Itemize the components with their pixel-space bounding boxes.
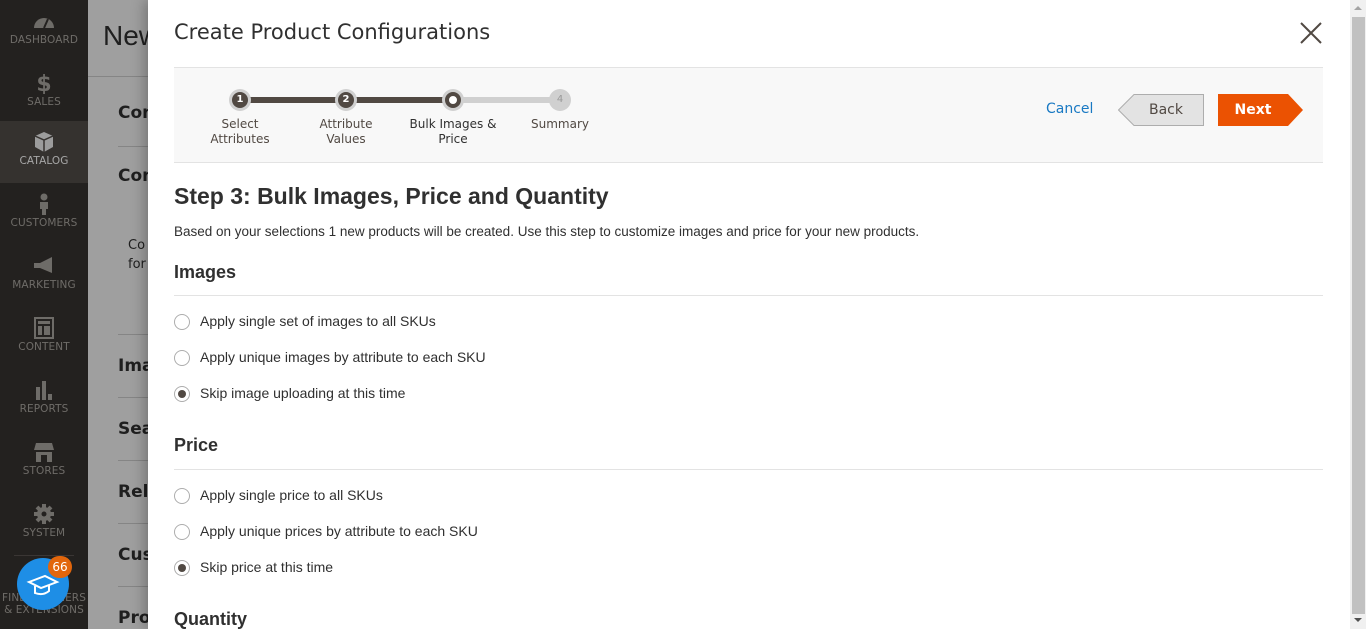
background-section: Con xyxy=(118,166,148,186)
divider xyxy=(118,586,148,587)
sidebar-item-label: Stores xyxy=(22,465,66,477)
person-icon xyxy=(40,193,48,215)
step-2-marker[interactable]: 2 xyxy=(335,89,357,111)
quantity-section-title: Quantity xyxy=(174,609,248,629)
step-4-marker: 4 xyxy=(549,89,571,111)
step-1-label[interactable]: Select Attributes xyxy=(190,117,290,147)
price-section-title: Price xyxy=(174,435,219,455)
dashboard-icon xyxy=(34,18,54,29)
radio-button-checked[interactable] xyxy=(174,386,190,402)
sidebar-item-label: Dashboard xyxy=(9,34,79,46)
divider xyxy=(118,523,148,524)
sidebar-item-label: Customers xyxy=(10,217,78,229)
background-section: Sea xyxy=(118,419,148,439)
radio-button[interactable] xyxy=(174,524,190,540)
background-section: Con xyxy=(118,103,148,123)
radio-button-checked[interactable] xyxy=(174,560,190,576)
divider xyxy=(118,397,148,398)
megaphone-icon xyxy=(34,257,52,273)
background-section: Cus xyxy=(118,545,148,565)
step-1-marker[interactable]: 1 xyxy=(229,89,251,111)
divider xyxy=(174,295,1323,296)
background-text: for xyxy=(128,257,146,272)
notification-badge: 66 xyxy=(48,556,72,578)
wizard-toolbar: 1 2 4 Select Attributes Attribute Values… xyxy=(174,67,1323,163)
divider xyxy=(174,469,1323,470)
admin-sidebar: Dashboard $ Sales Catalog Customers Mark… xyxy=(0,0,88,629)
back-button[interactable]: Back xyxy=(1118,94,1204,126)
box-icon xyxy=(34,132,54,152)
divider xyxy=(118,460,148,461)
sidebar-item-content[interactable]: Content xyxy=(0,307,88,369)
radio-button[interactable] xyxy=(174,314,190,330)
scrollbar-thumb[interactable] xyxy=(1352,17,1365,614)
wizard-steps: 1 2 4 Select Attributes Attribute Values… xyxy=(174,68,614,164)
sidebar-item-label: Marketing xyxy=(12,279,76,291)
step-3-marker[interactable] xyxy=(442,89,464,111)
dollar-icon: $ xyxy=(36,72,51,94)
step-4-label: Summary xyxy=(531,117,589,131)
background-page: New Con Con Co for Ima Sea Rela Cus Pro xyxy=(88,0,148,629)
divider xyxy=(88,76,148,77)
radio-button[interactable] xyxy=(174,488,190,504)
bar-chart-icon xyxy=(36,381,52,400)
vertical-scrollbar[interactable] xyxy=(1350,0,1366,629)
background-text: Co xyxy=(128,238,146,253)
sidebar-item-label: Sales xyxy=(27,96,61,108)
background-section: Ima xyxy=(118,356,148,376)
step-heading: Step 3: Bulk Images, Price and Quantity xyxy=(174,183,609,209)
sidebar-item-dashboard[interactable]: Dashboard xyxy=(0,0,88,62)
gear-icon xyxy=(34,504,54,524)
sidebar-item-reports[interactable]: Reports xyxy=(0,369,88,431)
sidebar-item-label: Catalog xyxy=(19,155,69,167)
scroll-up-arrow-icon[interactable] xyxy=(1354,6,1362,10)
cancel-button[interactable]: Cancel xyxy=(1046,101,1093,117)
divider xyxy=(118,146,148,147)
sidebar-item-stores[interactable]: Stores xyxy=(0,431,88,493)
sidebar-item-label: Content xyxy=(18,341,70,353)
next-button[interactable]: Next xyxy=(1218,94,1304,126)
divider xyxy=(118,334,148,335)
svg-text:$: $ xyxy=(36,72,51,94)
step-description: Based on your selections 1 new products … xyxy=(174,224,920,239)
sidebar-item-system[interactable]: System xyxy=(0,493,88,555)
modal-title: Create Product Configurations xyxy=(174,20,491,44)
storefront-icon xyxy=(34,443,54,462)
sidebar-item-marketing[interactable]: Marketing xyxy=(0,245,88,307)
images-section-title: Images xyxy=(174,262,237,282)
sidebar-item-label: Reports xyxy=(19,403,69,415)
background-section: Rela xyxy=(118,482,148,502)
close-button[interactable] xyxy=(1298,20,1324,46)
sidebar-item-label: System xyxy=(22,527,66,539)
step-3-label: Bulk Images & Price xyxy=(409,117,497,146)
step-2-label[interactable]: Attribute Values xyxy=(296,117,396,147)
background-section: Pro xyxy=(118,608,148,628)
create-configurations-modal: Create Product Configurations 1 2 4 Sele… xyxy=(148,0,1350,629)
layout-icon xyxy=(34,317,54,339)
radio-button[interactable] xyxy=(174,350,190,366)
sidebar-item-sales[interactable]: $ Sales xyxy=(0,62,88,124)
close-icon xyxy=(1300,22,1322,44)
sidebar-item-customers[interactable]: Customers xyxy=(0,183,88,245)
sidebar-item-catalog[interactable]: Catalog xyxy=(0,121,88,183)
background-page-title: New xyxy=(103,20,148,51)
scroll-down-arrow-icon[interactable] xyxy=(1354,618,1362,622)
